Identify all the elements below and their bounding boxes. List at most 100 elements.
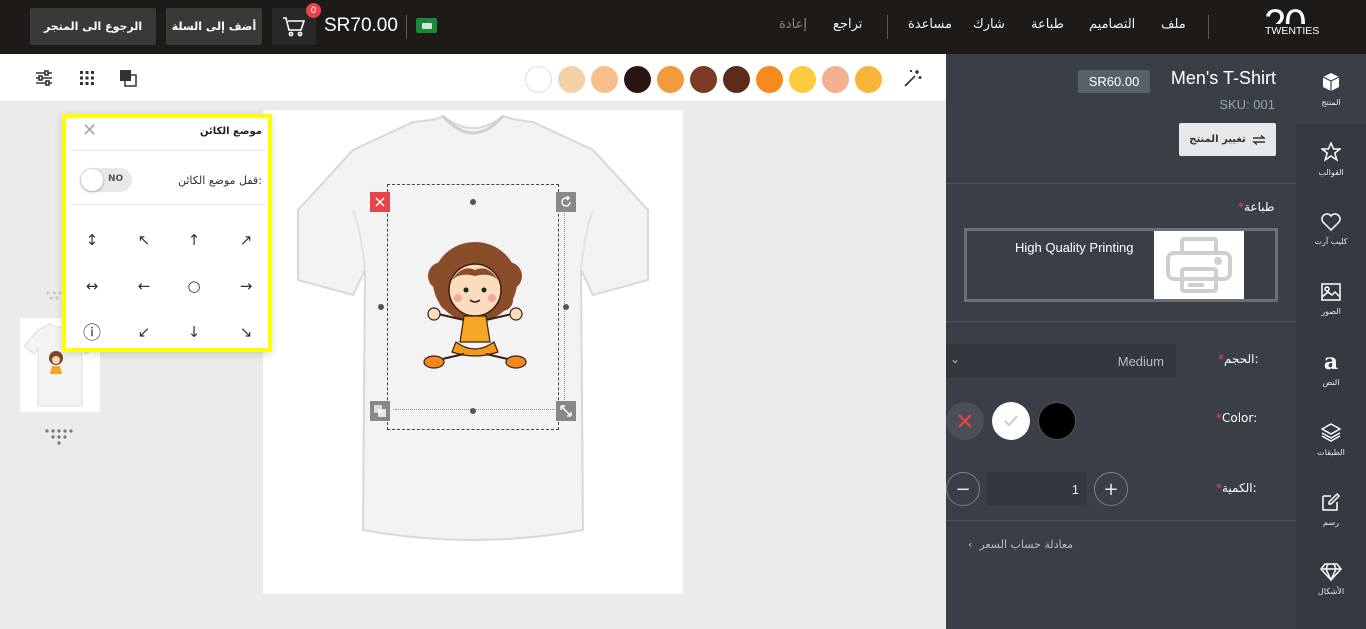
color-swatch[interactable] <box>624 66 651 93</box>
cart-icon <box>283 16 306 36</box>
black-color-swatch[interactable] <box>1038 402 1076 440</box>
text-icon: a <box>1323 348 1339 375</box>
no-color-swatch[interactable] <box>946 402 984 440</box>
edit-icon <box>1322 492 1341 511</box>
sidebar-item-draw[interactable]: رسم <box>1296 474 1366 544</box>
menu-undo[interactable]: تراجع <box>833 17 862 32</box>
cart-count-badge: 0 <box>306 3 321 18</box>
price-formula-toggle[interactable]: ‹ معادلة حساب السعر <box>968 538 1073 551</box>
white-color-swatch[interactable] <box>992 402 1030 440</box>
menu-file[interactable]: ملف <box>1161 17 1186 32</box>
color-swatch[interactable] <box>690 66 717 93</box>
layer-handle[interactable] <box>370 401 390 421</box>
chevron-left-icon: ‹ <box>968 538 973 551</box>
sidebar-item-label: النص <box>1322 377 1340 387</box>
product-sku: SKU: 001 <box>1219 97 1275 112</box>
sidebar-item-layers[interactable]: الطبقات <box>1296 404 1366 474</box>
divider <box>946 183 1296 184</box>
magic-wand-icon[interactable] <box>903 68 923 88</box>
menu-help[interactable]: مساعدة <box>908 17 952 32</box>
selection-guide <box>395 196 565 410</box>
divider <box>946 520 1296 521</box>
price-formula-label: معادلة حساب السعر <box>979 538 1074 551</box>
color-swatch[interactable] <box>756 66 783 93</box>
sidebar-item-label: المنتج <box>1321 97 1341 107</box>
resize-handle-top[interactable] <box>470 199 476 205</box>
color-swatch[interactable] <box>822 66 849 93</box>
info-icon[interactable]: ⓘ <box>80 320 104 344</box>
print-option-label: High Quality Printing <box>1015 240 1134 255</box>
move-center-icon[interactable]: ○ <box>182 274 206 298</box>
change-product-button[interactable]: تغيير المنتج <box>1179 123 1276 156</box>
move-top-icon[interactable]: ↑ <box>182 228 206 252</box>
sidebar-item-clipart[interactable]: كليب آرت <box>1296 194 1366 264</box>
resize-handle-bottom[interactable] <box>470 408 476 414</box>
adjust-icon[interactable] <box>34 68 54 88</box>
quantity-decrease-button[interactable]: − <box>946 472 980 506</box>
lock-position-toggle[interactable]: NO <box>80 168 132 192</box>
menu-print[interactable]: طباعة <box>1031 17 1064 32</box>
box-icon <box>1322 72 1340 91</box>
flag-icon[interactable] <box>416 18 437 33</box>
rotate-handle[interactable] <box>556 192 576 212</box>
layers-icon <box>374 405 386 417</box>
quantity-label: *الكمية: <box>1216 481 1257 495</box>
center-vertical-icon[interactable]: ↕ <box>80 228 104 252</box>
color-label: *Color: <box>1216 411 1258 425</box>
quantity-increase-button[interactable]: + <box>1094 472 1128 506</box>
center-horizontal-icon[interactable]: ↔ <box>80 274 104 298</box>
divider <box>406 15 407 39</box>
quantity-input[interactable] <box>987 472 1087 506</box>
sidebar-item-label: الأشكال <box>1317 586 1345 596</box>
close-icon[interactable]: ✕ <box>82 120 97 141</box>
size-select[interactable]: ⌄ Medium <box>946 344 1176 378</box>
object-position-popup: ✕ موضع الكائن قفل موضع الكائن: NO ↗ ↑ ↖ … <box>62 114 272 352</box>
color-swatch[interactable] <box>789 66 816 93</box>
menu-share[interactable]: شارك <box>973 17 1005 32</box>
menu-redo[interactable]: إعادة <box>779 17 807 32</box>
move-right-icon[interactable]: → <box>234 274 258 298</box>
print-label: *طباعة <box>1238 200 1275 214</box>
divider <box>70 150 266 151</box>
layers-front-icon[interactable] <box>118 68 138 88</box>
color-swatch[interactable] <box>657 66 684 93</box>
sidebar-item-product[interactable]: المنتج <box>1296 54 1366 124</box>
color-swatch[interactable] <box>855 66 882 93</box>
color-swatch[interactable] <box>723 66 750 93</box>
sidebar-item-label: كليب آرت <box>1314 236 1348 246</box>
resize-handle-right[interactable] <box>563 304 569 310</box>
delete-handle[interactable] <box>370 192 390 212</box>
resize-handle-left[interactable] <box>378 304 384 310</box>
back-to-store-button[interactable]: الرجوع الى المتجر <box>30 8 156 45</box>
color-swatch[interactable] <box>525 66 552 93</box>
move-top-left-icon[interactable]: ↖ <box>132 228 156 252</box>
move-bottom-right-icon[interactable]: ↘ <box>234 320 258 344</box>
sidebar-item-templates[interactable]: القوالب <box>1296 124 1366 194</box>
diamond-icon <box>1320 562 1342 581</box>
move-left-icon[interactable]: ← <box>132 274 156 298</box>
sidebar-item-label: رسم <box>1323 517 1339 527</box>
toolbar <box>0 54 946 102</box>
color-swatch[interactable] <box>558 66 585 93</box>
sidebar-item-text[interactable]: a النص <box>1296 334 1366 404</box>
sidebar-item-label: القوالب <box>1318 167 1344 177</box>
close-icon <box>958 414 972 428</box>
sidebar-item-images[interactable]: الصور <box>1296 264 1366 334</box>
add-to-cart-button[interactable]: أضف إلى السلة <box>166 8 262 45</box>
color-swatch[interactable] <box>591 66 618 93</box>
dots-icon[interactable] <box>44 428 76 446</box>
size-label: *الحجم: <box>1218 352 1259 366</box>
star-icon <box>1321 141 1341 162</box>
menu-designs[interactable]: التصاميم <box>1089 17 1135 32</box>
sidebar-item-shapes[interactable]: الأشكال <box>1296 544 1366 614</box>
move-bottom-left-icon[interactable]: ↙ <box>132 320 156 344</box>
product-price: SR60.00 <box>1078 70 1150 93</box>
toggle-text: NO <box>108 174 124 184</box>
layers-icon <box>1321 422 1341 442</box>
move-bottom-icon[interactable]: ↓ <box>182 320 206 344</box>
move-top-right-icon[interactable]: ↗ <box>234 228 258 252</box>
grid-icon[interactable] <box>77 68 97 88</box>
image-icon <box>1321 282 1341 301</box>
divider <box>70 204 266 205</box>
scale-handle[interactable] <box>556 401 576 421</box>
